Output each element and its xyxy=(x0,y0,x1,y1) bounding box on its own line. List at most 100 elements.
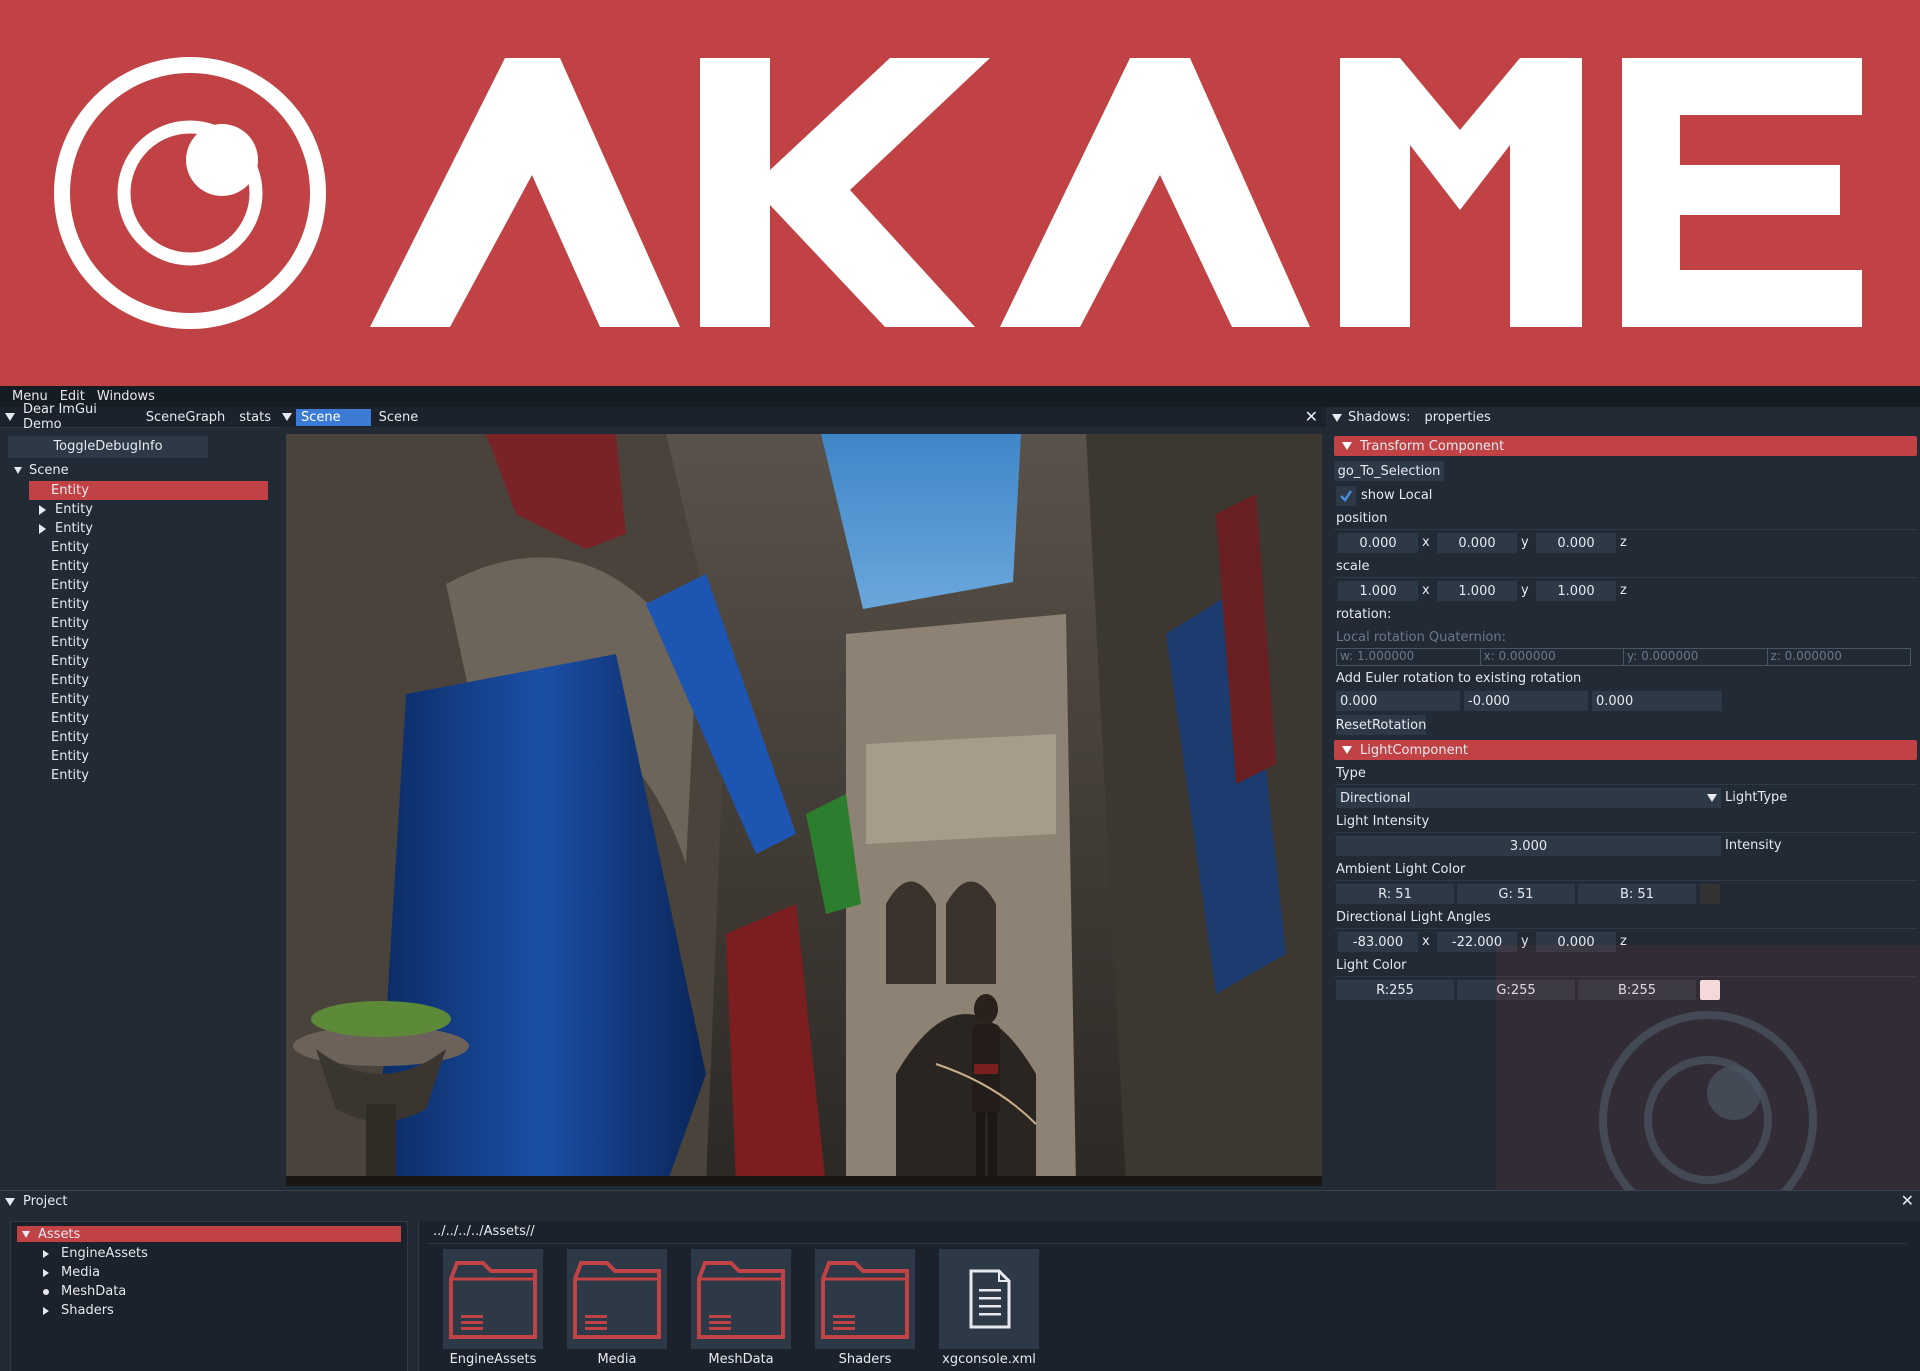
file-tile[interactable] xyxy=(939,1249,1039,1349)
tree-item[interactable]: Shaders xyxy=(43,1301,148,1320)
light-component-header[interactable]: LightComponent xyxy=(1334,740,1917,760)
properties-tabbar: Shadows: properties xyxy=(1326,407,1920,428)
tree-assets-label: Assets xyxy=(38,1226,81,1242)
folder-tile[interactable] xyxy=(691,1249,791,1349)
folder-tile[interactable] xyxy=(815,1249,915,1349)
scale-x-field[interactable]: 1.000 xyxy=(1338,581,1418,601)
axis-x-label: x xyxy=(1422,934,1430,949)
project-tree: Assets EngineAssets Media MeshData Shaders xyxy=(10,1221,408,1371)
dropdown-icon[interactable] xyxy=(1707,794,1717,802)
tab-imgui-demo[interactable]: Dear ImGui Demo xyxy=(21,402,139,432)
folder-icon xyxy=(449,1261,537,1339)
collapse-icon[interactable] xyxy=(5,413,15,421)
tab-scene[interactable]: Scene xyxy=(368,408,427,426)
entity-row[interactable]: Entity xyxy=(29,709,268,728)
tab-scenegraph[interactable]: SceneGraph xyxy=(139,410,233,425)
entity-row[interactable]: Entity xyxy=(29,576,268,595)
axis-z-label: z xyxy=(1620,583,1627,598)
position-y-field[interactable]: 0.000 xyxy=(1437,533,1517,553)
entity-label: Entity xyxy=(51,654,89,669)
entity-row[interactable]: Entity xyxy=(29,519,268,538)
light-color-label: Light Color xyxy=(1336,958,1407,973)
entity-label: Entity xyxy=(51,692,89,707)
entity-row[interactable]: Entity xyxy=(29,728,268,747)
collapse-icon[interactable] xyxy=(282,413,292,421)
quat-w: w: 1.000000 xyxy=(1337,649,1481,665)
tree-item[interactable]: Media xyxy=(43,1263,148,1282)
tab-properties[interactable]: properties xyxy=(1417,410,1497,425)
tree-item[interactable]: MeshData xyxy=(43,1282,148,1301)
light-type-select[interactable]: Directional xyxy=(1336,788,1721,808)
scene-root[interactable]: Scene xyxy=(14,461,69,480)
entity-row[interactable]: Entity xyxy=(29,595,268,614)
angle-x-field[interactable]: -83.000 xyxy=(1338,932,1418,952)
ambient-r-field[interactable]: R: 51 xyxy=(1336,884,1454,904)
viewport-tabbar: Scene Scene xyxy=(278,407,1326,427)
entity-row[interactable]: Entity xyxy=(29,614,268,633)
color-r-field[interactable]: R:255 xyxy=(1336,980,1454,1000)
go-to-selection-button[interactable]: go_To_Selection xyxy=(1334,461,1444,481)
close-icon[interactable]: ✕ xyxy=(1901,1191,1914,1210)
properties-panel: Shadows: properties Transform Component … xyxy=(1326,407,1920,1371)
entity-label: Entity xyxy=(51,616,89,631)
tree-assets[interactable]: Assets xyxy=(17,1226,401,1242)
tab-stats[interactable]: stats xyxy=(232,410,278,425)
collapse-icon[interactable] xyxy=(5,1197,15,1206)
euler-label: Add Euler rotation to existing rotation xyxy=(1336,671,1582,686)
entity-label: Entity xyxy=(51,673,89,688)
scene-render[interactable] xyxy=(286,434,1322,1186)
show-local-checkbox[interactable] xyxy=(1336,486,1356,506)
entity-row[interactable]: Entity xyxy=(29,671,268,690)
entity-row[interactable]: Entity xyxy=(29,633,268,652)
asset-label: MeshData xyxy=(708,1352,774,1367)
separator xyxy=(427,1243,1907,1244)
entity-row[interactable]: Entity xyxy=(29,538,268,557)
entity-row[interactable]: Entity xyxy=(29,766,268,785)
scene-graph-panel: Dear ImGui Demo SceneGraph stats ToggleD… xyxy=(0,402,278,1190)
quat-y: y: 0.000000 xyxy=(1624,649,1768,665)
euler-y-field[interactable]: -0.000 xyxy=(1464,691,1588,711)
reset-rotation-button[interactable]: ResetRotation xyxy=(1336,715,1426,735)
tree-item[interactable]: EngineAssets xyxy=(43,1244,148,1263)
entity-row[interactable]: Entity xyxy=(29,557,268,576)
entity-label: Entity xyxy=(51,768,89,783)
expand-arrow-icon xyxy=(43,1306,49,1315)
close-icon[interactable]: ✕ xyxy=(1305,407,1318,426)
quat-x: x: 0.000000 xyxy=(1481,649,1624,665)
entity-row[interactable]: Entity xyxy=(29,690,268,709)
separator xyxy=(1334,880,1917,881)
document-icon xyxy=(969,1269,1011,1329)
ambient-b-field[interactable]: B: 51 xyxy=(1578,884,1696,904)
separator xyxy=(1334,529,1917,530)
toggle-debug-info-button[interactable]: ToggleDebugInfo xyxy=(8,436,208,458)
folder-icon xyxy=(697,1261,785,1339)
entity-row[interactable]: Entity xyxy=(29,652,268,671)
folder-tile[interactable] xyxy=(567,1249,667,1349)
entity-row[interactable]: Entity xyxy=(29,481,268,500)
folder-tile[interactable] xyxy=(443,1249,543,1349)
scale-z-field[interactable]: 1.000 xyxy=(1536,581,1616,601)
tab-shadows[interactable]: Shadows: xyxy=(1348,410,1417,425)
scale-y-field[interactable]: 1.000 xyxy=(1437,581,1517,601)
tab-scene-active[interactable]: Scene xyxy=(296,408,369,426)
position-x-field[interactable]: 0.000 xyxy=(1338,533,1418,553)
light-type-suffix: LightType xyxy=(1725,790,1788,805)
position-z-field[interactable]: 0.000 xyxy=(1536,533,1616,553)
entity-row[interactable]: Entity xyxy=(29,747,268,766)
separator xyxy=(1334,832,1917,833)
expand-arrow-icon[interactable] xyxy=(39,523,46,534)
ambient-color-swatch[interactable] xyxy=(1700,884,1720,904)
bullet-icon xyxy=(43,1288,49,1295)
intensity-slider[interactable]: 3.000 xyxy=(1336,836,1721,856)
expand-arrow-icon[interactable] xyxy=(39,504,46,515)
eye-logo-icon xyxy=(54,57,326,329)
euler-x-field[interactable]: 0.000 xyxy=(1336,691,1460,711)
tree-item-label: MeshData xyxy=(61,1284,127,1299)
expand-arrow-icon xyxy=(43,1249,49,1258)
ambient-g-field[interactable]: G: 51 xyxy=(1457,884,1575,904)
entity-row[interactable]: Entity xyxy=(29,500,268,519)
transform-component-header[interactable]: Transform Component xyxy=(1334,436,1917,456)
expand-icon[interactable] xyxy=(14,467,22,474)
collapse-icon[interactable] xyxy=(1332,413,1342,422)
euler-z-field[interactable]: 0.000 xyxy=(1592,691,1722,711)
